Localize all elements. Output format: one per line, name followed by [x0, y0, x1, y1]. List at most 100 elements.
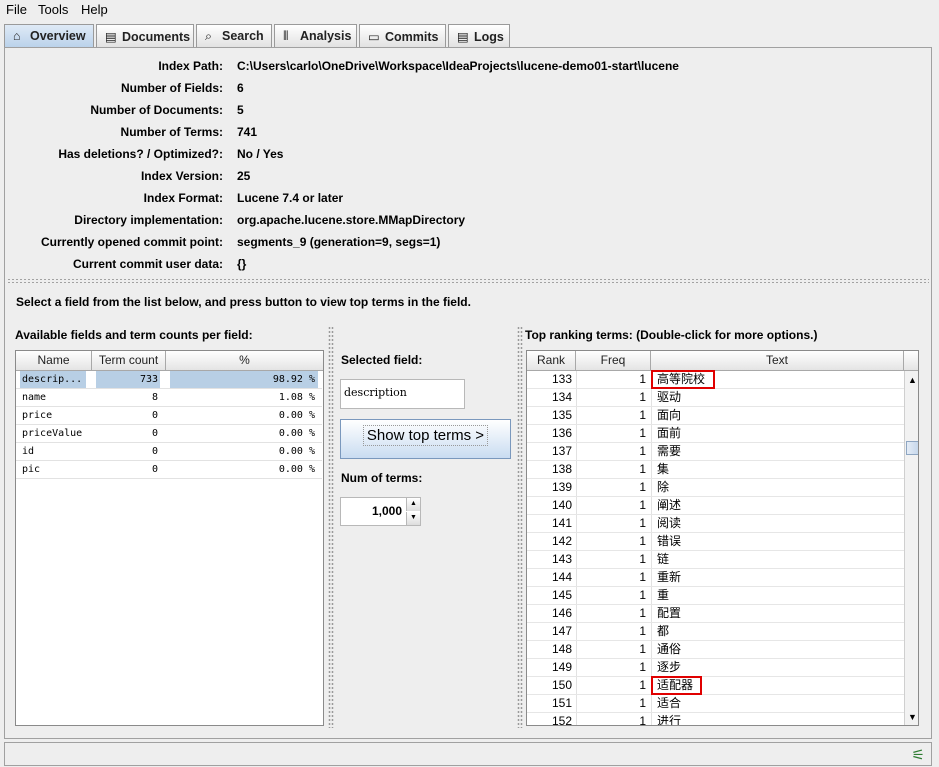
split-divider[interactable] [328, 326, 334, 728]
field-term-count: 8 [151, 392, 158, 403]
field-percent: 98.92 % [170, 371, 318, 388]
table-row[interactable]: descrip... 733 98.92 % [16, 371, 322, 389]
table-row[interactable]: 139 1 除 [527, 479, 904, 497]
table-row[interactable]: 142 1 错误 [527, 533, 904, 551]
table-row[interactable]: 145 1 重 [527, 587, 904, 605]
tab-commits[interactable]: ▭ Commits [359, 24, 446, 47]
term-freq: 1 [639, 462, 646, 476]
term-rank: 150 [551, 678, 572, 692]
home-icon: ⌂ [13, 29, 21, 43]
term-text: 逐步 [657, 660, 682, 674]
term-freq: 1 [639, 480, 646, 494]
info-commit-user-data: Current commit user data:{} [72, 257, 247, 271]
instructions-text: Select a field from the list below, and … [16, 295, 471, 309]
tab-overview[interactable]: ⌂ Overview [4, 24, 94, 48]
terms-scrollbar[interactable]: ▲ ▼ [904, 371, 918, 725]
scroll-up-icon[interactable]: ▲ [905, 373, 918, 387]
tab-bar: ⌂ Overview ▤ Documents ⌕ Search ⦀ Analysis ▭… [0, 24, 939, 48]
documents-icon: ▤ [105, 30, 117, 44]
terms-panel-title: Top ranking terms: (Double-click for mor… [525, 328, 818, 342]
term-freq: 1 [639, 570, 646, 584]
term-text: 驱动 [657, 390, 682, 404]
table-row[interactable]: 148 1 通俗 [527, 641, 904, 659]
tab-label: Commits [385, 30, 439, 44]
table-row[interactable]: name 8 1.08 % [16, 389, 322, 407]
term-text: 适合 [657, 696, 682, 710]
table-row[interactable]: price 0 0.00 % [16, 407, 322, 425]
term-text: 面向 [657, 408, 682, 422]
spinner-down-icon[interactable]: ▼ [406, 512, 420, 525]
term-text: 阐述 [657, 498, 682, 512]
scroll-thumb[interactable] [906, 441, 918, 455]
menu-help[interactable]: Help [81, 2, 108, 17]
num-of-terms-spinner[interactable]: 1,000 ▲ ▼ [340, 497, 421, 526]
field-percent: 0.00 % [278, 410, 315, 421]
table-row[interactable]: 149 1 逐步 [527, 659, 904, 677]
term-rank: 146 [551, 606, 572, 620]
scroll-down-icon[interactable]: ▼ [905, 710, 918, 724]
table-row[interactable]: 143 1 链 [527, 551, 904, 569]
table-row[interactable]: 146 1 配置 [527, 605, 904, 623]
table-row[interactable]: pic 0 0.00 % [16, 461, 322, 479]
term-rank: 135 [551, 408, 572, 422]
button-label: Show top terms > [362, 425, 489, 446]
tab-label: Overview [30, 29, 86, 43]
term-text: 链 [657, 552, 670, 566]
column-header-freq[interactable]: Freq [576, 351, 651, 371]
header-corner [904, 351, 918, 371]
show-top-terms-button[interactable]: Show top terms > [340, 419, 511, 459]
table-row[interactable]: 147 1 都 [527, 623, 904, 641]
highlight-box [651, 370, 715, 389]
table-row[interactable]: 150 1 适配器 [527, 676, 904, 695]
term-freq: 1 [639, 678, 646, 692]
num-of-terms-label: Num of terms: [341, 471, 423, 485]
term-freq: 1 [639, 624, 646, 638]
column-header-name[interactable]: Name [16, 351, 92, 371]
column-header-text[interactable]: Text [651, 351, 904, 371]
table-row[interactable]: 138 1 集 [527, 461, 904, 479]
info-index-version: Index Version: 25 [140, 169, 251, 183]
table-row[interactable]: 135 1 面向 [527, 407, 904, 425]
table-row[interactable]: 140 1 阐述 [527, 497, 904, 515]
tab-analysis[interactable]: ⦀ Analysis [274, 24, 357, 47]
menu-file[interactable]: File [6, 2, 27, 17]
table-row[interactable]: 144 1 重新 [527, 569, 904, 587]
table-row[interactable]: 141 1 阅读 [527, 515, 904, 533]
split-divider[interactable] [7, 278, 929, 284]
field-percent: 1.08 % [278, 392, 315, 403]
term-freq: 1 [639, 606, 646, 620]
table-row[interactable]: id 0 0.00 % [16, 443, 322, 461]
table-row[interactable]: priceValue 0 0.00 % [16, 425, 322, 443]
selected-field-input[interactable]: description [340, 379, 465, 409]
field-term-count: 733 [96, 371, 160, 388]
menu-tools[interactable]: Tools [38, 2, 68, 17]
column-header-rank[interactable]: Rank [527, 351, 576, 371]
term-text: 阅读 [657, 516, 682, 530]
split-divider[interactable] [517, 326, 523, 728]
term-freq: 1 [639, 498, 646, 512]
table-row[interactable]: 137 1 需要 [527, 443, 904, 461]
term-text: 重 [657, 588, 670, 602]
term-freq: 1 [639, 642, 646, 656]
tab-logs[interactable]: ▤ Logs [448, 24, 510, 47]
fields-panel-title: Available fields and term counts per fie… [15, 328, 253, 342]
table-row[interactable]: 136 1 面前 [527, 425, 904, 443]
table-row[interactable]: 151 1 适合 [527, 695, 904, 713]
column-header-percent[interactable]: % [166, 351, 323, 371]
tab-documents[interactable]: ▤ Documents [96, 24, 194, 47]
field-percent: 0.00 % [278, 464, 315, 475]
spinner-up-icon[interactable]: ▲ [406, 498, 420, 511]
info-number-of-terms: Number of Terms: 741 [120, 125, 258, 139]
tab-search[interactable]: ⌕ Search [196, 24, 272, 47]
table-row[interactable]: 133 1 高等院校 [527, 370, 904, 389]
term-rank: 136 [551, 426, 572, 440]
term-rank: 138 [551, 462, 572, 476]
field-name: pic [22, 464, 41, 475]
commits-icon: ▭ [368, 30, 380, 44]
info-deletions-optimized: Has deletions? / Optimized?: No / Yes [58, 147, 284, 161]
table-row[interactable]: 152 1 进行 [527, 713, 904, 725]
field-name: id [22, 446, 35, 457]
column-header-term-count[interactable]: Term count [92, 351, 166, 371]
table-row[interactable]: 134 1 驱动 [527, 389, 904, 407]
menu-bar: File Tools Help [0, 0, 939, 20]
